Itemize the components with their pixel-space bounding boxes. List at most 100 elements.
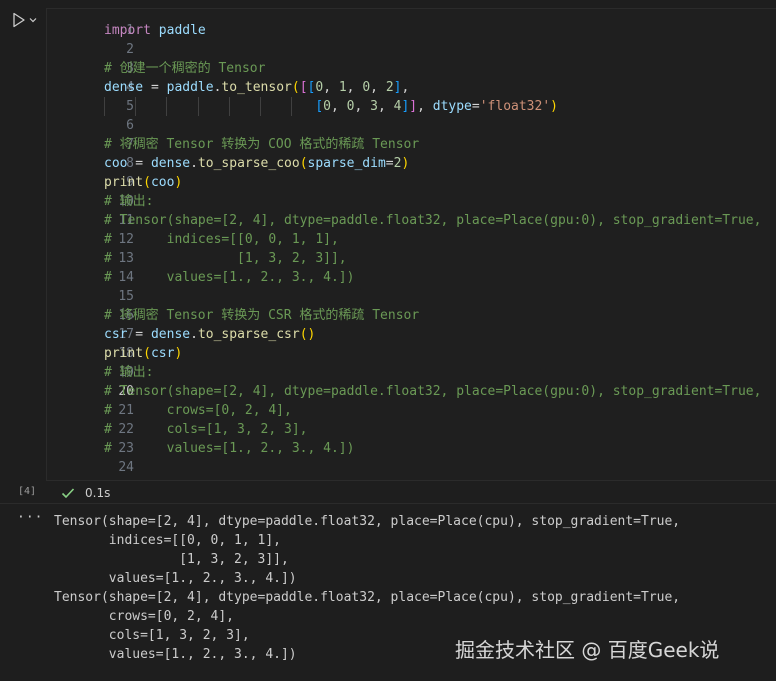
output-line: cols=[1, 3, 2, 3], bbox=[54, 628, 250, 643]
code-token: dense bbox=[150, 327, 191, 342]
output-line: values=[1., 2., 3., 4.]) bbox=[54, 647, 297, 662]
code-line[interactable]: 19 # 输出: bbox=[47, 363, 776, 382]
code-token: [ bbox=[299, 80, 308, 95]
code-token: csr bbox=[104, 327, 128, 342]
code-line[interactable]: 20 # Tensor(shape=[2, 4], dtype=paddle.fl… bbox=[47, 382, 776, 401]
code-token: ( bbox=[299, 327, 308, 342]
code-token: # crows=[0, 2, 4], bbox=[104, 403, 292, 418]
code-token: , bbox=[330, 99, 347, 114]
code-token: . bbox=[190, 156, 198, 171]
code-token: . bbox=[190, 327, 198, 342]
code-token: csr bbox=[150, 346, 175, 361]
code-token: = bbox=[471, 99, 480, 114]
output-line: [1, 3, 2, 3]], bbox=[54, 552, 289, 567]
line-code: print(coo) bbox=[104, 173, 182, 192]
code-token: coo bbox=[104, 156, 128, 171]
code-token: # 输出: bbox=[104, 194, 154, 209]
code-line[interactable]: 8 coo = dense.to_sparse_coo(sparse_dim=2) bbox=[47, 154, 776, 173]
code-token: ] bbox=[409, 99, 418, 114]
code-editor[interactable]: 1 import paddle 2 3 # 创建一个稠密的 Tensor 4 dense =… bbox=[46, 8, 776, 481]
code-line[interactable]: 1 import paddle bbox=[47, 21, 776, 40]
code-line[interactable]: 24 bbox=[47, 458, 776, 477]
indent-guide bbox=[198, 97, 199, 116]
code-line[interactable]: 21 # crows=[0, 2, 4], bbox=[47, 401, 776, 420]
output-line: Tensor(shape=[2, 4], dtype=paddle.float3… bbox=[54, 514, 681, 529]
line-code: # Tensor(shape=[2, 4], dtype=paddle.floa… bbox=[104, 211, 761, 230]
code-line[interactable]: 14 # values=[1., 2., 3., 4.]) bbox=[47, 268, 776, 287]
code-token: # values=[1., 2., 3., 4.]) bbox=[104, 441, 355, 456]
code-line[interactable]: 6 bbox=[47, 116, 776, 135]
code-line[interactable]: 9 print(coo) bbox=[47, 173, 776, 192]
code-token: [ bbox=[315, 99, 324, 114]
code-line[interactable]: 23 # values=[1., 2., 3., 4.]) bbox=[47, 439, 776, 458]
code-token: coo bbox=[150, 175, 175, 190]
code-line[interactable]: 12 # indices=[[0, 0, 1, 1], bbox=[47, 230, 776, 249]
code-token: , bbox=[417, 99, 433, 114]
line-code: # 将稠密 Tensor 转换为 CSR 格式的稀疏 Tensor bbox=[104, 306, 419, 325]
code-line[interactable]: 10 # 输出: bbox=[47, 192, 776, 211]
line-code: # values=[1., 2., 3., 4.]) bbox=[104, 268, 354, 287]
line-code: dense = paddle.to_tensor([[0, 1, 0, 2], bbox=[104, 78, 409, 97]
code-token: 1 bbox=[338, 80, 347, 95]
code-token: # 输出: bbox=[104, 365, 154, 380]
line-code: print(csr) bbox=[104, 344, 182, 363]
code-token: import bbox=[104, 23, 151, 38]
code-line[interactable]: 18 print(csr) bbox=[47, 344, 776, 363]
indent-guide bbox=[135, 97, 136, 116]
code-token: paddle bbox=[150, 23, 206, 38]
code-line[interactable]: 3 # 创建一个稠密的 Tensor bbox=[47, 59, 776, 78]
code-token: print bbox=[104, 346, 144, 361]
code-token: = bbox=[127, 156, 151, 171]
output-line: Tensor(shape=[2, 4], dtype=paddle.float3… bbox=[54, 590, 681, 605]
code-line[interactable]: 4 dense = paddle.to_tensor([[0, 1, 0, 2], bbox=[47, 78, 776, 97]
code-token: to_sparse_csr bbox=[197, 327, 300, 342]
run-cell-button[interactable] bbox=[12, 11, 40, 29]
line-code: # cols=[1, 3, 2, 3], bbox=[104, 420, 308, 439]
code-token: # 将稠密 Tensor 转换为 COO 格式的稀疏 Tensor bbox=[104, 137, 420, 152]
code-token: , bbox=[401, 80, 410, 95]
code-token: paddle bbox=[166, 80, 214, 95]
output-menu-button[interactable]: ··· bbox=[17, 510, 43, 525]
code-token: sparse_dim bbox=[307, 156, 386, 171]
code-token: 3 bbox=[370, 99, 378, 114]
code-token: # [1, 3, 2, 3]], bbox=[104, 251, 347, 266]
code-line[interactable]: 7 # 将稠密 Tensor 转换为 COO 格式的稀疏 Tensor bbox=[47, 135, 776, 154]
code-line[interactable]: 16 # 将稠密 Tensor 转换为 CSR 格式的稀疏 Tensor bbox=[47, 306, 776, 325]
code-token: ( bbox=[143, 175, 151, 190]
code-token: 0 bbox=[362, 80, 371, 95]
code-token: ( bbox=[143, 346, 151, 361]
code-token: dtype bbox=[432, 99, 472, 114]
code-line[interactable]: 11 # Tensor(shape=[2, 4], dtype=paddle.fl… bbox=[47, 211, 776, 230]
code-line[interactable]: 15 bbox=[47, 287, 776, 306]
indent-guide bbox=[260, 97, 261, 116]
code-line[interactable]: 2 bbox=[47, 40, 776, 59]
code-token: ( bbox=[291, 80, 300, 95]
code-token: dense bbox=[104, 80, 144, 95]
output-line: indices=[[0, 0, 1, 1], bbox=[54, 533, 281, 548]
code-token: # values=[1., 2., 3., 4.]) bbox=[104, 270, 355, 285]
output-line: values=[1., 2., 3., 4.]) bbox=[54, 571, 297, 586]
code-token: , bbox=[370, 80, 386, 95]
line-code: [0, 0, 3, 4]], dtype='float32') bbox=[104, 97, 558, 116]
code-line[interactable]: 13 # [1, 3, 2, 3]], bbox=[47, 249, 776, 268]
code-token: , bbox=[377, 99, 394, 114]
line-number: 6 bbox=[126, 118, 134, 133]
code-line[interactable]: 22 # cols=[1, 3, 2, 3], bbox=[47, 420, 776, 439]
code-token: 2 bbox=[385, 80, 394, 95]
code-token: # 将稠密 Tensor 转换为 CSR 格式的稀疏 Tensor bbox=[104, 308, 420, 323]
play-icon[interactable] bbox=[12, 12, 26, 28]
code-token: = bbox=[127, 327, 151, 342]
code-token: 'float32' bbox=[479, 99, 551, 114]
line-code: csr = dense.to_sparse_csr() bbox=[104, 325, 315, 344]
line-code: # 创建一个稠密的 Tensor bbox=[104, 59, 265, 78]
code-token: ( bbox=[299, 156, 308, 171]
code-line[interactable]: 17 csr = dense.to_sparse_csr() bbox=[47, 325, 776, 344]
chevron-down-icon[interactable] bbox=[28, 15, 38, 25]
code-token: 0 bbox=[315, 80, 324, 95]
code-token: = bbox=[143, 80, 167, 95]
output-line: crows=[0, 2, 4], bbox=[54, 609, 235, 624]
code-token: # Tensor(shape=[2, 4], dtype=paddle.floa… bbox=[104, 213, 762, 228]
code-line[interactable]: 5 [0, 0, 3, 4]], dtype='float32') bbox=[47, 97, 776, 116]
line-number: 15 bbox=[118, 289, 134, 304]
code-token: , bbox=[354, 99, 371, 114]
